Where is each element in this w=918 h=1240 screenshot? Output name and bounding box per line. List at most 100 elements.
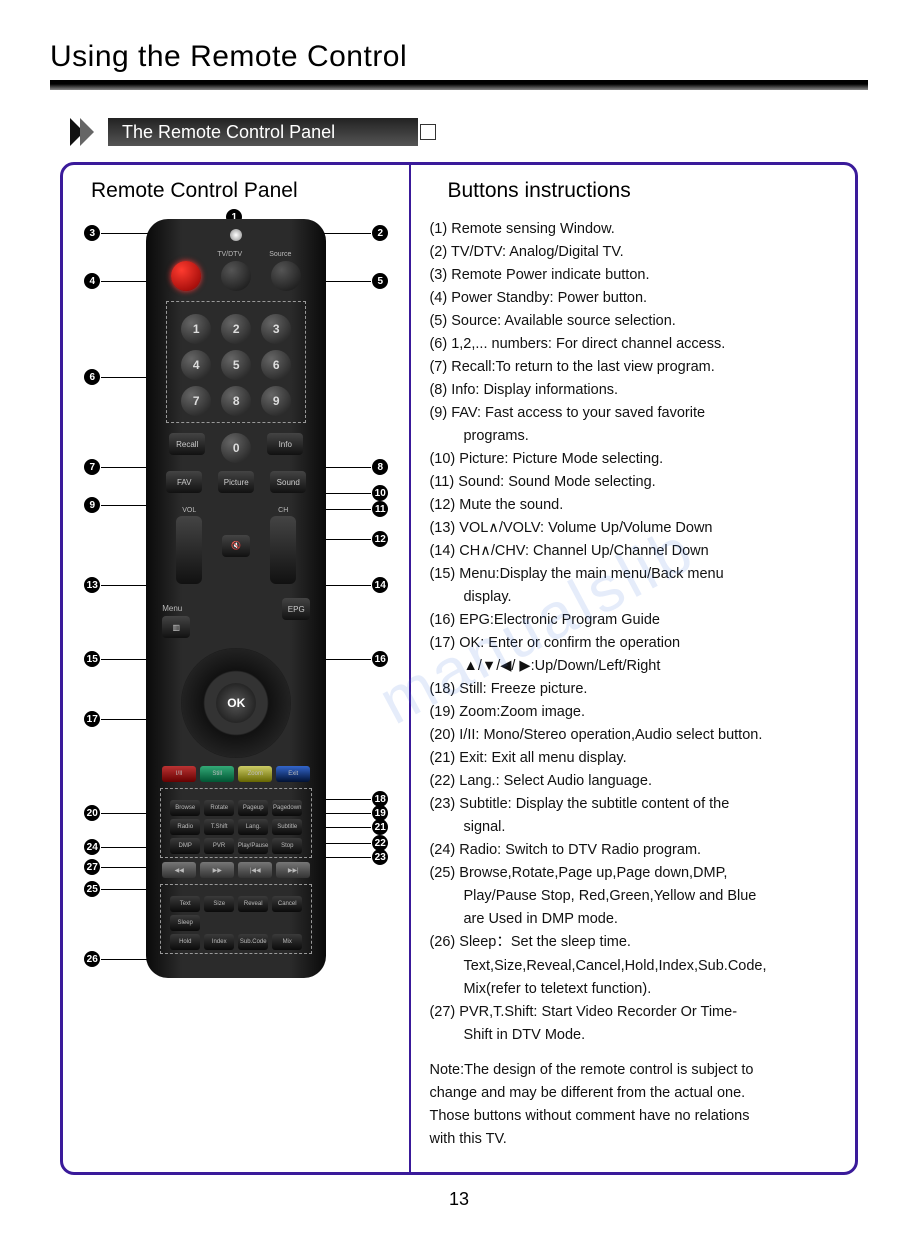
square-icon — [420, 124, 436, 140]
instruction-line: (14) CH∧/CHV: Channel Up/Channel Down — [429, 541, 841, 562]
instruction-line: are Used in DMP mode. — [429, 909, 841, 930]
lang-button: Lang. — [238, 819, 268, 835]
section-header: The Remote Control Panel — [70, 118, 868, 146]
menu-button: ▥ — [162, 616, 190, 638]
callout-16: 16 — [315, 651, 388, 667]
page-title: Using the Remote Control — [50, 40, 868, 74]
instruction-line: (17) OK: Enter or confirm the operation — [429, 633, 841, 654]
instruction-line: Mix(refer to teletext function). — [429, 979, 841, 1000]
mute-button: 🔇 — [222, 535, 250, 557]
ffwd-button: ▶▶ — [200, 862, 234, 878]
instruction-line: display. — [429, 587, 841, 608]
dmp-button: DMP — [170, 838, 200, 854]
picture-button: Picture — [218, 471, 254, 493]
right-column-title: Buttons instructions — [447, 179, 841, 203]
note-line: change and may be different from the act… — [429, 1083, 841, 1104]
reveal-button: Reveal — [238, 896, 268, 912]
tvdtv-button — [221, 261, 251, 291]
instruction-line: signal. — [429, 817, 841, 838]
instruction-line: (6) 1,2,... numbers: For direct channel … — [429, 334, 841, 355]
index-button: Index — [204, 934, 234, 950]
instructions-list: (1) Remote sensing Window.(2) TV/DTV: An… — [429, 219, 841, 1046]
hold-button: Hold — [170, 934, 200, 950]
radio-button: Radio — [170, 819, 200, 835]
power-button — [171, 261, 201, 291]
rotate-button: Rotate — [204, 800, 234, 816]
instruction-line: (27) PVR,T.Shift: Start Video Recorder O… — [429, 1002, 841, 1023]
rewind-button: ◀◀ — [162, 862, 196, 878]
pageup-button: Pageup — [238, 800, 268, 816]
instruction-line: (13) VOL∧/VOLV: Volume Up/Volume Down — [429, 518, 841, 539]
instruction-line: (24) Radio: Switch to DTV Radio program. — [429, 840, 841, 861]
instruction-line: (9) FAV: Fast access to your saved favor… — [429, 403, 841, 424]
num-0: 0 — [221, 433, 251, 463]
subtitle-button: Subtitle — [272, 819, 302, 835]
text-button: Text — [170, 896, 200, 912]
instruction-line: (15) Menu:Display the main menu/Back men… — [429, 564, 841, 585]
instruction-line: (25) Browse,Rotate,Page up,Page down,DMP… — [429, 863, 841, 884]
cancel-button: Cancel — [272, 896, 302, 912]
num-8: 8 — [221, 386, 251, 416]
tvdtv-label: TV/DTV — [217, 251, 242, 258]
instruction-line: (10) Picture: Picture Mode selecting. — [429, 449, 841, 470]
num-4: 4 — [181, 350, 211, 380]
instruction-line: Play/Pause Stop, Red,Green,Yellow and Bl… — [429, 886, 841, 907]
instruction-line: (21) Exit: Exit all menu display. — [429, 748, 841, 769]
num-1: 1 — [181, 314, 211, 344]
main-panel: manualslib Remote Control Panel 3 1 2 4 … — [60, 162, 858, 1175]
instruction-line: (12) Mute the sound. — [429, 495, 841, 516]
remote-diagram: 3 1 2 4 5 6 7 8 9 10 11 12 13 14 15 16 1… — [76, 219, 396, 978]
num-7: 7 — [181, 386, 211, 416]
note-line: Those buttons without comment have no re… — [429, 1106, 841, 1127]
instruction-line: (7) Recall:To return to the last view pr… — [429, 357, 841, 378]
callout-11: 11 — [315, 501, 388, 517]
instruction-line: ▲/▼/◀/ ▶:Up/Down/Left/Right — [429, 656, 841, 677]
color-row: I/II Still Zoom Exit — [162, 766, 310, 782]
instruction-line: (1) Remote sensing Window. — [429, 219, 841, 240]
note-line: with this TV. — [429, 1129, 841, 1150]
instruction-line: (22) Lang.: Select Audio language. — [429, 771, 841, 792]
section-title: The Remote Control Panel — [108, 118, 418, 146]
source-button — [271, 261, 301, 291]
left-column-title: Remote Control Panel — [91, 179, 399, 203]
callout-14: 14 — [315, 577, 388, 593]
instruction-line: (5) Source: Available source selection. — [429, 311, 841, 332]
transport-row: ◀◀▶▶|◀◀▶▶| — [162, 862, 310, 878]
instruction-line: (20) I/II: Mono/Stereo operation,Audio s… — [429, 725, 841, 746]
right-column: Buttons instructions (1) Remote sensing … — [411, 165, 855, 1172]
num-2: 2 — [221, 314, 251, 344]
sleep-button: Sleep — [170, 915, 200, 931]
num-5: 5 — [221, 350, 251, 380]
blue-button: Exit — [276, 766, 310, 782]
callout-10: 10 — [315, 485, 388, 501]
playpause-button: Play/Pause — [238, 838, 268, 854]
sound-button: Sound — [270, 471, 306, 493]
instruction-line: programs. — [429, 426, 841, 447]
number-pad: 123 456 789 — [166, 301, 306, 423]
remote-body: TV/DTV Source 123 456 789 Recall 0 — [146, 219, 326, 978]
size-button: Size — [204, 896, 234, 912]
pagedown-button: Pagedown — [272, 800, 302, 816]
browse-button: Browse — [170, 800, 200, 816]
dmp-group: BrowseRotatePageupPagedown RadioT.ShiftL… — [160, 788, 312, 858]
instruction-line: (16) EPG:Electronic Program Guide — [429, 610, 841, 631]
recall-button: Recall — [169, 433, 205, 455]
note-line: Note:The design of the remote control is… — [429, 1060, 841, 1081]
fav-button: FAV — [166, 471, 202, 493]
num-9: 9 — [261, 386, 291, 416]
instruction-line: (11) Sound: Sound Mode selecting. — [429, 472, 841, 493]
note-block: Note:The design of the remote control is… — [429, 1060, 841, 1150]
callout-21: 21 — [315, 819, 388, 835]
num-6: 6 — [261, 350, 291, 380]
title-underline — [50, 80, 868, 90]
source-label: Source — [269, 251, 291, 258]
next-button: ▶▶| — [276, 862, 310, 878]
callout-8: 8 — [315, 459, 388, 475]
num-3: 3 — [261, 314, 291, 344]
instruction-line: (18) Still: Freeze picture. — [429, 679, 841, 700]
instruction-line: Text,Size,Reveal,Cancel,Hold,Index,Sub.C… — [429, 956, 841, 977]
volume-rocker — [176, 516, 202, 584]
instruction-line: (26) Sleep：Set the sleep time. — [429, 932, 841, 953]
page-number: 13 — [50, 1189, 868, 1210]
instruction-line: (3) Remote Power indicate button. — [429, 265, 841, 286]
